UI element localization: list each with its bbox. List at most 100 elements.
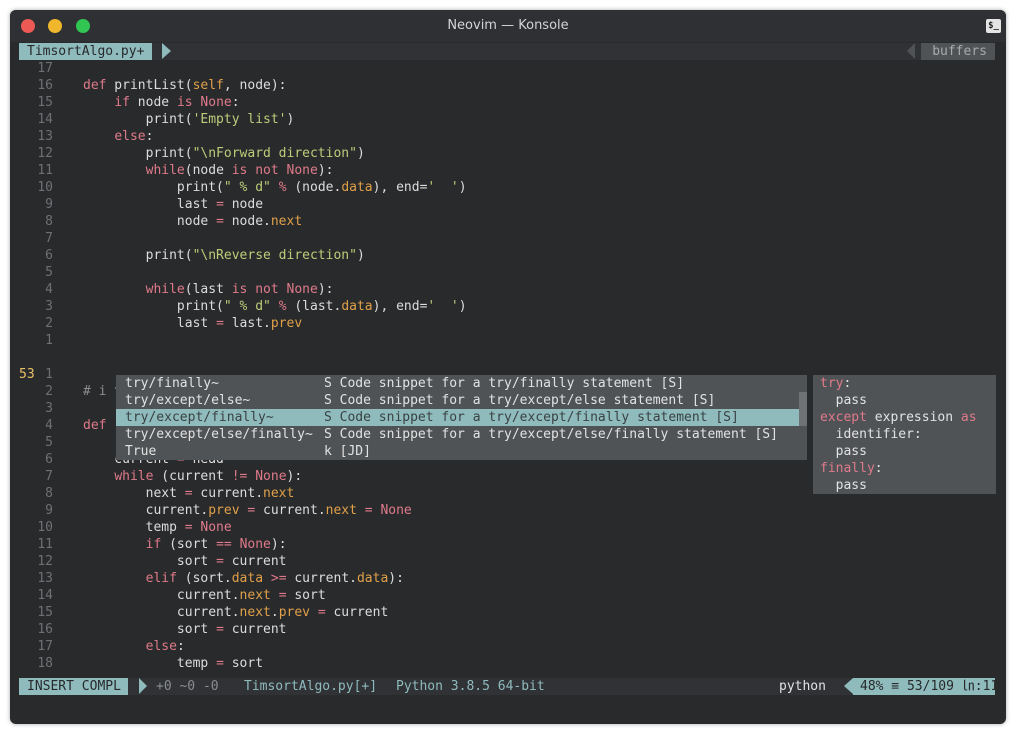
- buffers-label[interactable]: buffers: [921, 43, 995, 60]
- completion-description: S Code snippet for a try/except/else sta…: [324, 393, 716, 408]
- completion-word: True: [125, 444, 157, 459]
- mode-separator: [139, 678, 147, 694]
- line-number: 14: [37, 588, 53, 603]
- line-number: 9: [45, 197, 53, 212]
- status-filename: TimsortAlgo.py[+]: [244, 679, 378, 694]
- line-number: 7: [45, 231, 53, 246]
- completion-word: try/finally~: [125, 376, 219, 391]
- git-diff-stats: +0 ~0 -0: [156, 679, 219, 694]
- line-number: 15: [37, 95, 53, 110]
- code-line[interactable]: 12 sort = current: [19, 553, 995, 570]
- line-number: 4: [45, 418, 53, 433]
- code-line[interactable]: 18 temp = sort: [19, 655, 995, 672]
- preview-line: pass: [820, 478, 867, 493]
- line-code: while (current != None):: [114, 469, 303, 484]
- code-line[interactable]: 10 print(" % d" % (node.data), end=' '): [19, 179, 995, 196]
- line-number: 8: [45, 214, 53, 229]
- line-number: 15: [37, 605, 53, 620]
- line-code: def: [83, 418, 107, 433]
- editor-area[interactable]: 17 16 def printList(self, node): 15 if node…: [19, 60, 996, 678]
- line-code: node = node.next: [83, 214, 303, 229]
- line-code: print("\nForward direction"): [83, 146, 365, 161]
- code-line[interactable]: 6 print("\nReverse direction"): [19, 247, 995, 264]
- code-line[interactable]: 13 elif (sort.data >= current.data):: [19, 570, 995, 587]
- code-line[interactable]: 15 current.next.prev = current: [19, 604, 995, 621]
- line-code: if (sort == None):: [145, 537, 287, 552]
- preview-line: pass: [820, 393, 867, 408]
- code-line[interactable]: 15 if node is None:: [19, 94, 995, 111]
- completion-item[interactable]: try/except/else/finally~ S Code snippet f…: [116, 426, 799, 443]
- code-line[interactable]: 1: [19, 332, 995, 349]
- completion-description: k [JD]: [324, 444, 371, 459]
- line-number: 13: [37, 129, 53, 144]
- code-line[interactable]: 2 last = last.prev: [19, 315, 995, 332]
- line-code: next = current.next: [83, 486, 295, 501]
- line-code: else:: [114, 129, 154, 144]
- code-line[interactable]: 17: [19, 60, 995, 77]
- code-line[interactable]: 16 sort = current: [19, 621, 995, 638]
- line-code: elif (sort.data >= current.data):: [145, 571, 404, 586]
- line-number: 11: [37, 163, 53, 178]
- line-number: 4: [45, 282, 53, 297]
- line-number: 6: [45, 452, 53, 467]
- line-number: 5: [45, 265, 53, 280]
- code-line[interactable]: 12 print("\nForward direction"): [19, 145, 995, 162]
- line-number: 6: [45, 248, 53, 263]
- code-line[interactable]: 17 else:: [19, 638, 995, 655]
- code-line[interactable]: 13 else:: [19, 128, 995, 145]
- completion-item[interactable]: try/except/else~ S Code snippet for a try…: [116, 392, 799, 409]
- completion-description: S Code snippet for a try/except/else/fin…: [324, 427, 778, 442]
- tab-timsortalgo[interactable]: TimsortAlgo.py+: [19, 43, 153, 60]
- code-line[interactable]: 11 if (sort == None):: [19, 536, 995, 553]
- line-number: 3: [45, 401, 53, 416]
- line-number: 18: [37, 656, 53, 671]
- filetype: python: [779, 679, 826, 694]
- python-version: Python 3.8.5 64-bit: [396, 679, 545, 694]
- completion-word: try/except/finally~: [125, 410, 274, 425]
- preview-line: identifier:: [820, 427, 922, 442]
- preview-line: finally:: [820, 461, 883, 476]
- mode-indicator: INSERT COMPL: [19, 678, 128, 695]
- completion-word: try/except/else~: [125, 393, 251, 408]
- code-line[interactable]: 7: [19, 230, 995, 247]
- code-line[interactable]: 11 while(node is not None):: [19, 162, 995, 179]
- code-line[interactable]: 8 node = node.next: [19, 213, 995, 230]
- line-number: 12: [37, 554, 53, 569]
- completion-description: S Code snippet for a try/finally stateme…: [324, 376, 685, 391]
- line-number: 3: [45, 299, 53, 314]
- line-number: 12: [37, 146, 53, 161]
- code-line[interactable]: 4 while(last is not None):: [19, 281, 995, 298]
- code-line[interactable]: 3 print(" % d" % (last.data), end=' '): [19, 298, 995, 315]
- line-code: print(" % d" % (node.data), end=' '): [83, 180, 467, 195]
- current-line[interactable]: 53 tr: [19, 349, 995, 399]
- line-code: last = node: [83, 197, 264, 212]
- terminal-icon[interactable]: $_: [986, 19, 1001, 33]
- completion-item[interactable]: try/finally~ S Code snippet for a try/fin…: [116, 375, 799, 392]
- line-number: 8: [45, 486, 53, 501]
- line-number: 17: [37, 61, 53, 76]
- command-line[interactable]: [19, 695, 995, 712]
- window-title: Neovim — Konsole: [447, 18, 569, 33]
- line-code: sort = current: [83, 554, 287, 569]
- code-line[interactable]: 9 current.prev = current.next = None: [19, 502, 995, 519]
- code-line[interactable]: 14 current.next = sort: [19, 587, 995, 604]
- code-line[interactable]: 14 print('Empty list'): [19, 111, 995, 128]
- preview-line: pass: [820, 444, 867, 459]
- completion-item[interactable]: try/except/finally~ S Code snippet for a …: [116, 409, 799, 426]
- line-code: current.next = sort: [83, 588, 326, 603]
- title-bar[interactable]: Neovim — Konsole $_: [10, 10, 1006, 42]
- completion-popup: try/finally~ S Code snippet for a try/fin…: [116, 375, 807, 460]
- statusline: INSERT COMPL +0 ~0 -0 TimsortAlgo.py[+] …: [19, 678, 998, 695]
- completion-scrollbar[interactable]: [799, 392, 807, 426]
- code-line[interactable]: 9 last = node: [19, 196, 995, 213]
- completion-item[interactable]: True k [JD]: [116, 443, 799, 460]
- line-code: sort = current: [83, 622, 287, 637]
- code-line[interactable]: 5: [19, 264, 995, 281]
- line-number: 2: [45, 384, 53, 399]
- code-line[interactable]: 16 def printList(self, node):: [19, 77, 995, 94]
- code-line[interactable]: 10 temp = None: [19, 519, 995, 536]
- line-number: 14: [37, 112, 53, 127]
- tab-separator: [162, 43, 171, 59]
- line-number: 5: [45, 435, 53, 450]
- line-number: 16: [37, 78, 53, 93]
